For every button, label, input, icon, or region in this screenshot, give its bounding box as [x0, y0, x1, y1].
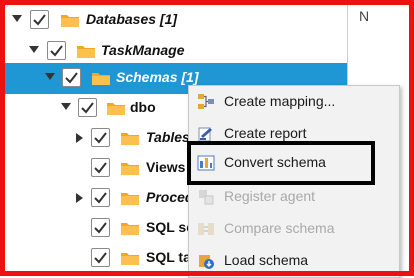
menu-item-load-schema[interactable]: Load schema	[189, 245, 399, 277]
expand-arrow-icon[interactable]	[76, 133, 83, 143]
checkbox[interactable]	[78, 98, 97, 117]
tree-node-label: SQL ta	[146, 249, 191, 265]
checkbox[interactable]	[91, 158, 110, 177]
tree-node-label: SQL sc	[146, 219, 194, 235]
checkbox[interactable]	[47, 41, 66, 60]
tree-node-label: Views	[146, 159, 186, 175]
checkbox[interactable]	[91, 218, 110, 237]
checkbox[interactable]	[91, 248, 110, 267]
menu-item-label: Load schema	[224, 252, 309, 268]
tree-node-label: TaskManage	[101, 42, 185, 58]
expand-arrow-icon[interactable]	[29, 46, 39, 53]
checkbox[interactable]	[62, 68, 81, 87]
checkbox[interactable]	[30, 10, 49, 29]
tree-node-label: Proced	[146, 189, 194, 205]
tree-node-label: dbo	[130, 99, 156, 115]
tree-node-label: Schemas [1]	[116, 69, 199, 85]
details-pane-text: N	[359, 8, 370, 24]
menu-item-label: Compare schema	[224, 220, 335, 236]
folder-icon	[121, 221, 139, 235]
checkbox[interactable]	[91, 188, 110, 207]
report-icon	[197, 125, 215, 143]
menu-item-label: Create report	[224, 125, 307, 141]
load-schema-icon	[197, 252, 215, 270]
menu-item-convert-schema[interactable]: Convert schema	[189, 147, 399, 179]
folder-icon	[121, 161, 139, 175]
folder-icon	[61, 13, 79, 27]
convert-schema-icon	[197, 154, 215, 172]
folder-icon	[121, 191, 139, 205]
expand-arrow-icon[interactable]	[45, 73, 55, 80]
menu-item-label: Register agent	[224, 188, 316, 204]
menu-item-compare-schema[interactable]: Compare schema	[189, 213, 399, 245]
folder-icon	[92, 71, 110, 85]
menu-item-label: Convert schema	[224, 154, 326, 170]
folder-icon	[121, 251, 139, 265]
folder-icon	[107, 101, 125, 115]
tree-node-label: Databases [1]	[86, 11, 178, 27]
menu-item-create-mapping[interactable]: Create mapping...	[189, 86, 399, 118]
folder-icon	[121, 131, 139, 145]
tree-node-label: Tables	[146, 129, 190, 145]
menu-item-register-agent[interactable]: Register agent	[189, 181, 399, 213]
tree-node-databases[interactable]: Databases [1]	[5, 5, 347, 36]
expand-arrow-icon[interactable]	[76, 193, 83, 203]
register-agent-icon	[197, 188, 215, 206]
expand-arrow-icon[interactable]	[61, 103, 71, 110]
compare-schema-icon	[197, 220, 215, 238]
expand-arrow-icon[interactable]	[12, 15, 22, 22]
folder-icon	[77, 44, 95, 58]
menu-item-label: Create mapping...	[224, 93, 336, 109]
menu-item-create-report[interactable]: Create report	[189, 118, 399, 150]
context-menu: Create mapping... Create report Convert …	[188, 85, 400, 278]
checkbox[interactable]	[91, 128, 110, 147]
mapping-icon	[197, 93, 215, 111]
